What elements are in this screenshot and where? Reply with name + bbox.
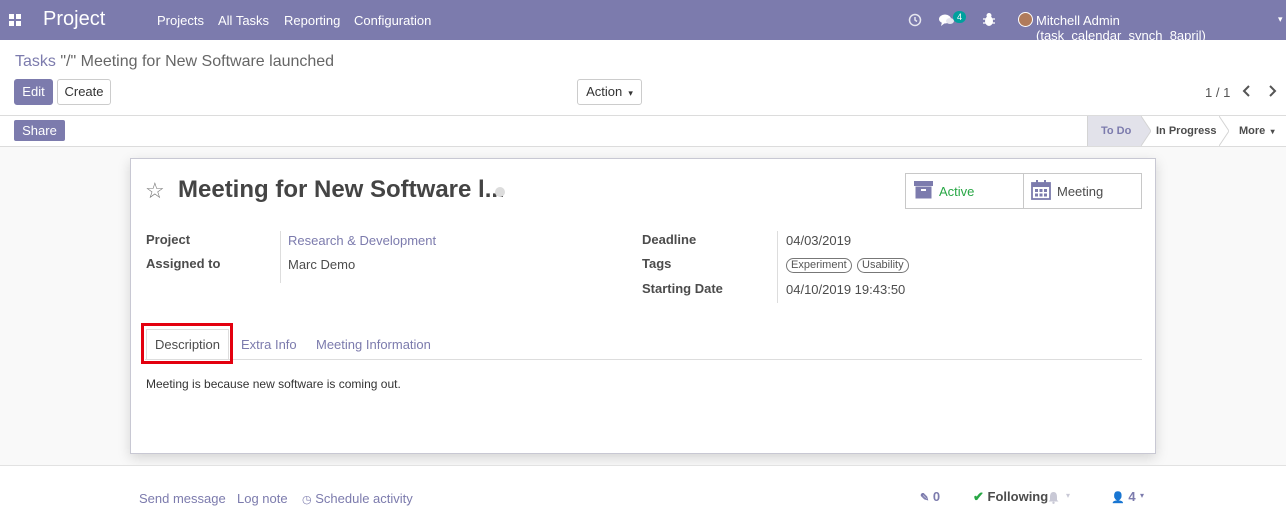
archive-icon: [914, 181, 933, 199]
breadcrumb-separator: "/": [55, 53, 81, 70]
breadcrumb: Tasks "/" Meeting for New Software launc…: [15, 53, 334, 71]
deadline-label: Deadline: [642, 232, 697, 247]
log-note-button[interactable]: Log note: [237, 491, 288, 506]
form-sheet: ☆ Meeting for New Software l... Active M…: [130, 158, 1156, 454]
user-menu[interactable]: Mitchell Admin (task_calendar_synch_8apr…: [1036, 13, 1286, 43]
top-navbar: Project Projects All Tasks Reporting Con…: [0, 0, 1286, 43]
star-icon[interactable]: ☆: [145, 178, 165, 204]
edit-button[interactable]: Edit: [14, 79, 53, 105]
schedule-activity-label: Schedule activity: [315, 491, 413, 506]
caret-down-icon[interactable]: ▾: [1278, 14, 1283, 25]
pager-value[interactable]: 1 / 1: [1205, 85, 1230, 100]
starting-date-label: Starting Date: [642, 281, 723, 296]
followers-button[interactable]: 👤 4: [1111, 489, 1136, 504]
user-avatar[interactable]: [1018, 12, 1033, 27]
stage-to-do[interactable]: To Do: [1087, 116, 1141, 146]
deadline-field[interactable]: 04/03/2019: [786, 233, 851, 248]
meeting-button[interactable]: Meeting: [1024, 174, 1142, 208]
caret-down-icon[interactable]: ▾: [1140, 491, 1144, 500]
attachments-button[interactable]: ✎ 0: [920, 489, 940, 504]
apps-grid-icon[interactable]: [9, 14, 21, 26]
schedule-activity-button[interactable]: ◷ Schedule activity: [302, 491, 413, 506]
tab-meeting-information[interactable]: Meeting Information: [316, 337, 431, 352]
tab-underline: [145, 359, 1142, 360]
stage-more-label: More: [1239, 125, 1266, 137]
chevron-left-icon[interactable]: [1242, 85, 1252, 97]
app-brand[interactable]: Project: [43, 8, 105, 31]
active-label: Active: [939, 184, 975, 199]
kanban-state-icon[interactable]: [495, 187, 505, 197]
field-separator: [777, 231, 778, 303]
caret-down-icon: ▾: [625, 88, 633, 98]
caret-down-icon[interactable]: ▾: [1066, 491, 1070, 500]
following-label: Following: [987, 489, 1049, 504]
project-field[interactable]: Research & Development: [288, 233, 436, 248]
send-message-button[interactable]: Send message: [139, 491, 226, 506]
clock-icon[interactable]: [908, 13, 922, 27]
attachment-count: 0: [932, 489, 941, 504]
tab-extra-info[interactable]: Extra Info: [241, 337, 297, 352]
control-panel: Tasks "/" Meeting for New Software launc…: [0, 40, 1286, 116]
description-text[interactable]: Meeting is because new software is comin…: [146, 377, 401, 391]
field-separator: [280, 231, 281, 283]
assigned-to-field[interactable]: Marc Demo: [288, 257, 355, 272]
project-label: Project: [146, 232, 191, 247]
status-bar: Share To Do In Progress More ▾: [0, 116, 1286, 147]
create-button[interactable]: Create: [57, 79, 111, 105]
stage-more[interactable]: More ▾: [1239, 116, 1275, 146]
stage-in-progress[interactable]: In Progress: [1156, 116, 1217, 146]
paperclip-icon: ✎: [920, 492, 930, 504]
active-toggle-button[interactable]: Active: [906, 174, 1024, 208]
user-icon: 👤: [1111, 492, 1125, 504]
smart-buttons: Active Meeting: [905, 173, 1142, 209]
check-icon: ✔: [973, 489, 984, 504]
calendar-icon: [1031, 180, 1051, 200]
messages-badge: 4: [953, 11, 967, 23]
clock-icon: ◷: [302, 494, 312, 506]
menu-configuration[interactable]: Configuration: [354, 13, 431, 28]
stage-arrow: [1219, 116, 1229, 146]
meeting-label: Meeting: [1057, 184, 1104, 199]
starting-date-field[interactable]: 04/10/2019 19:43:50: [786, 282, 905, 297]
following-button[interactable]: ✔ Following: [973, 489, 1048, 505]
assigned-to-label: Assigned to: [146, 256, 221, 271]
share-button[interactable]: Share: [14, 120, 65, 141]
tag-experiment[interactable]: Experiment: [786, 258, 852, 273]
menu-projects[interactable]: Projects: [157, 13, 204, 28]
chatter: Send message Log note ◷ Schedule activit…: [0, 465, 1286, 514]
followers-count: 4: [1128, 489, 1136, 504]
stage-arrow: [1141, 116, 1151, 146]
menu-all-tasks[interactable]: All Tasks: [218, 13, 269, 28]
menu-reporting[interactable]: Reporting: [284, 13, 340, 28]
highlight-box: [141, 323, 233, 364]
action-dropdown[interactable]: Action ▾: [577, 79, 642, 105]
action-label: Action: [586, 84, 623, 99]
tag-usability[interactable]: Usability: [857, 258, 909, 273]
breadcrumb-tasks[interactable]: Tasks: [15, 53, 56, 70]
breadcrumb-current: Meeting for New Software launched: [80, 53, 335, 70]
caret-down-icon: ▾: [1268, 127, 1275, 136]
task-title[interactable]: Meeting for New Software l...: [178, 176, 505, 204]
bell-icon[interactable]: [1048, 492, 1059, 504]
chevron-right-icon[interactable]: [1267, 85, 1277, 97]
tags-label: Tags: [642, 256, 672, 271]
bug-icon[interactable]: [983, 12, 995, 27]
